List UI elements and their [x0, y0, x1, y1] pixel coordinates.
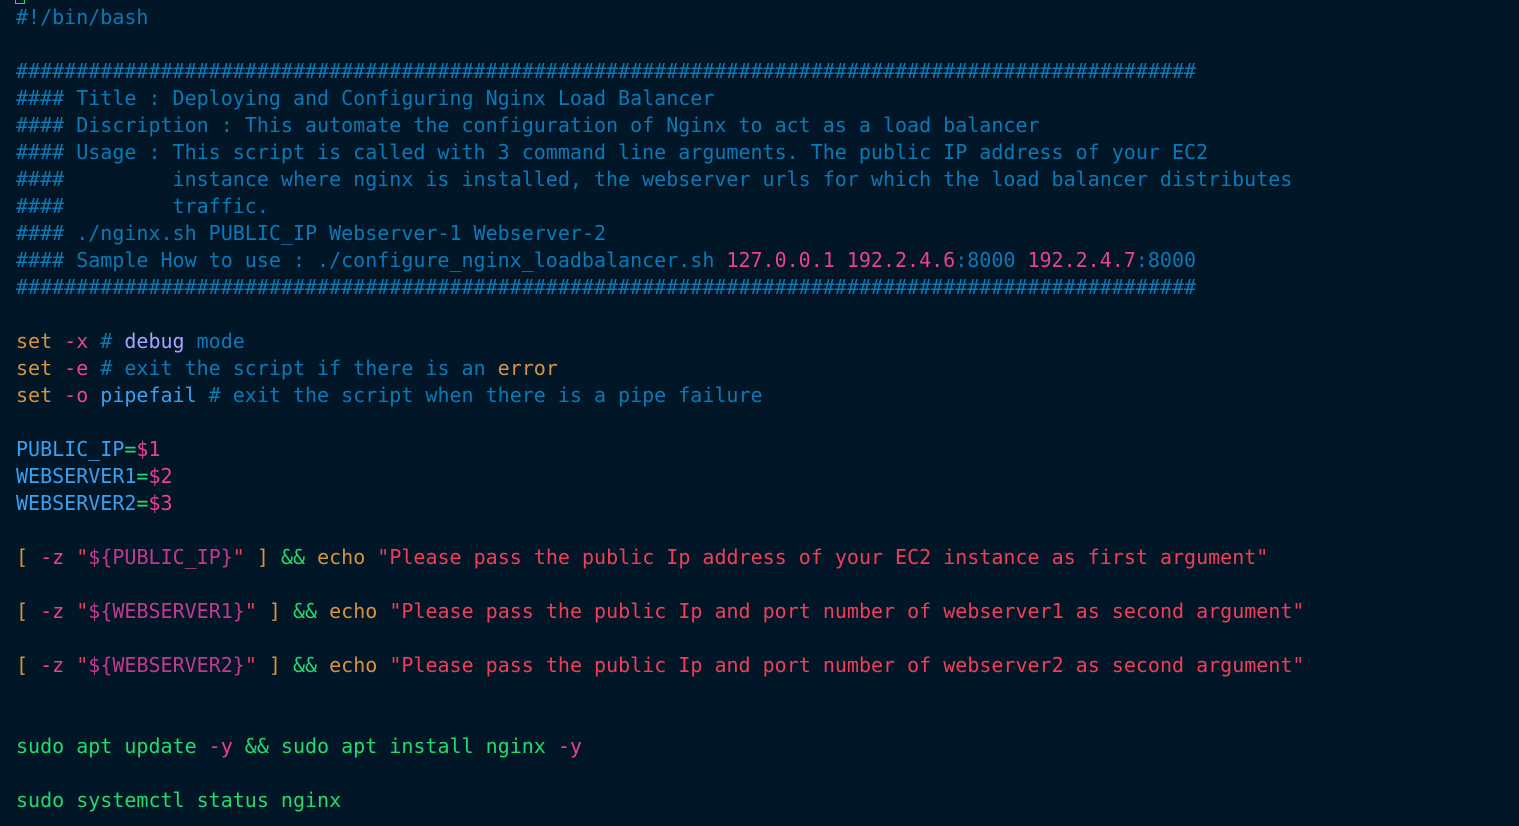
code-token-flag: -x: [52, 329, 89, 353]
code-line[interactable]: ########################################…: [16, 58, 1196, 85]
code-token-comment: ########################################…: [16, 275, 1197, 299]
code-token-string: ": [64, 599, 89, 623]
code-token-comment: #### ./nginx.sh PUBLIC_IP Webserver-1 We…: [16, 221, 607, 245]
code-line[interactable]: [ -z "${WEBSERVER1}" ] && echo "Please p…: [16, 598, 1304, 625]
code-line[interactable]: set -e # exit the script if there is an …: [16, 355, 558, 382]
code-token-builtin: error: [497, 356, 558, 380]
code-token-string: "Please pass the public Ip and port numb…: [389, 653, 1305, 677]
code-token-command: sudo apt install nginx: [280, 734, 558, 758]
code-token-comment-number: 192.2.4.7: [1027, 248, 1136, 272]
code-token-string: ": [244, 599, 257, 623]
code-token-string: ": [64, 545, 89, 569]
code-token-flag: -z: [40, 599, 65, 623]
code-token-comment: #### Discription : This automate the con…: [16, 113, 1040, 137]
code-token-flag: -z: [40, 653, 65, 677]
code-token-builtin: ]: [256, 599, 293, 623]
code-token-comment: [835, 248, 847, 272]
code-token-operator: =: [124, 437, 137, 461]
code-token-builtin: [: [16, 545, 41, 569]
code-token-comment: mode: [184, 329, 245, 353]
code-token-operator: &&: [280, 545, 306, 569]
code-token-flag: $3: [148, 491, 173, 515]
code-token-builtin: set: [16, 383, 53, 407]
code-line[interactable]: WEBSERVER2=$3: [16, 490, 173, 517]
code-token-comment: #### Sample How to use : ./configure_ngi…: [16, 248, 727, 272]
code-token-flag: -z: [40, 545, 65, 569]
code-line[interactable]: #### ./nginx.sh PUBLIC_IP Webserver-1 We…: [16, 220, 606, 247]
code-token-flag: -e: [52, 356, 89, 380]
code-token-string: ": [232, 545, 245, 569]
code-token-variable: WEBSERVER1: [16, 464, 137, 488]
code-token-command: sudo systemctl status nginx: [16, 788, 342, 812]
code-token-comment: #### instance where nginx is installed, …: [16, 167, 1293, 191]
code-token-keyword-purple: debug: [124, 329, 185, 353]
code-token-comment: :8000: [955, 248, 1028, 272]
code-line[interactable]: #### instance where nginx is installed, …: [16, 166, 1292, 193]
code-token-operator: =: [136, 491, 149, 515]
code-line[interactable]: set -o pipefail # exit the script when t…: [16, 382, 763, 409]
code-token-comment: #### Usage : This script is called with …: [16, 140, 1209, 164]
code-token-variable: PUBLIC_IP: [16, 437, 125, 461]
code-token-comment: #: [88, 329, 125, 353]
code-line[interactable]: #### Usage : This script is called with …: [16, 139, 1208, 166]
code-token-builtin: ]: [244, 545, 281, 569]
code-editor[interactable]: #!/bin/bash #############################…: [0, 0, 1519, 826]
code-token-interpolation: ${PUBLIC_IP}: [88, 545, 233, 569]
code-token-builtin: echo: [317, 599, 390, 623]
code-token-builtin: [: [16, 599, 41, 623]
code-token-string: "Please pass the public Ip and port numb…: [389, 599, 1305, 623]
code-token-interpolation: ${WEBSERVER1}: [88, 599, 245, 623]
code-line[interactable]: set -x # debug mode: [16, 328, 245, 355]
code-line[interactable]: #### Sample How to use : ./configure_ngi…: [16, 247, 1196, 274]
code-token-string: "Please pass the public Ip address of yo…: [377, 545, 1269, 569]
code-token-flag: -y: [208, 734, 233, 758]
code-token-builtin: ]: [256, 653, 293, 677]
code-token-operator: &&: [293, 653, 318, 677]
code-token-builtin: [: [16, 653, 41, 677]
code-token-builtin: echo: [317, 653, 390, 677]
code-token-operator: =: [136, 464, 149, 488]
code-line[interactable]: PUBLIC_IP=$1: [16, 436, 161, 463]
code-line[interactable]: #!/bin/bash: [16, 4, 148, 31]
code-token-comment: # exit the script when there is a pipe f…: [196, 383, 763, 407]
code-token-operator: &&: [232, 734, 281, 758]
code-line[interactable]: [ -z "${PUBLIC_IP}" ] && echo "Please pa…: [16, 544, 1268, 571]
code-token-builtin: echo: [305, 545, 378, 569]
code-token-flag: -o: [52, 383, 101, 407]
code-token-comment: ########################################…: [16, 59, 1197, 83]
code-token-flag: $2: [148, 464, 173, 488]
code-token-command: sudo apt update: [16, 734, 209, 758]
code-token-comment: #### traffic.: [16, 194, 269, 218]
code-line[interactable]: WEBSERVER1=$2: [16, 463, 173, 490]
code-token-variable: WEBSERVER2: [16, 491, 137, 515]
code-token-builtin: set: [16, 329, 53, 353]
code-token-string: ": [244, 653, 257, 677]
code-line[interactable]: #### traffic.: [16, 193, 269, 220]
code-line[interactable]: ########################################…: [16, 274, 1196, 301]
code-line[interactable]: #### Discription : This automate the con…: [16, 112, 1040, 139]
code-token-comment: # exit the script if there is an: [88, 356, 498, 380]
code-token-interpolation: ${WEBSERVER2}: [88, 653, 245, 677]
code-token-comment: :8000: [1135, 248, 1197, 272]
code-token-comment: #!/bin/bash: [16, 5, 149, 29]
code-token-operator: &&: [293, 599, 318, 623]
code-token-variable: pipefail: [100, 383, 197, 407]
code-token-flag: $1: [136, 437, 161, 461]
code-token-builtin: set: [16, 356, 53, 380]
code-token-flag: -y: [557, 734, 582, 758]
code-token-comment-number: 127.0.0.1: [726, 248, 835, 272]
code-line[interactable]: #### Title : Deploying and Configuring N…: [16, 85, 714, 112]
code-token-comment: #### Title : Deploying and Configuring N…: [16, 86, 715, 110]
code-line[interactable]: sudo systemctl status nginx: [16, 787, 341, 814]
code-line[interactable]: sudo apt update -y && sudo apt install n…: [16, 733, 582, 760]
code-token-string: ": [64, 653, 89, 677]
code-line[interactable]: [ -z "${WEBSERVER2}" ] && echo "Please p…: [16, 652, 1304, 679]
code-token-comment-number: 192.2.4.6: [846, 248, 956, 272]
